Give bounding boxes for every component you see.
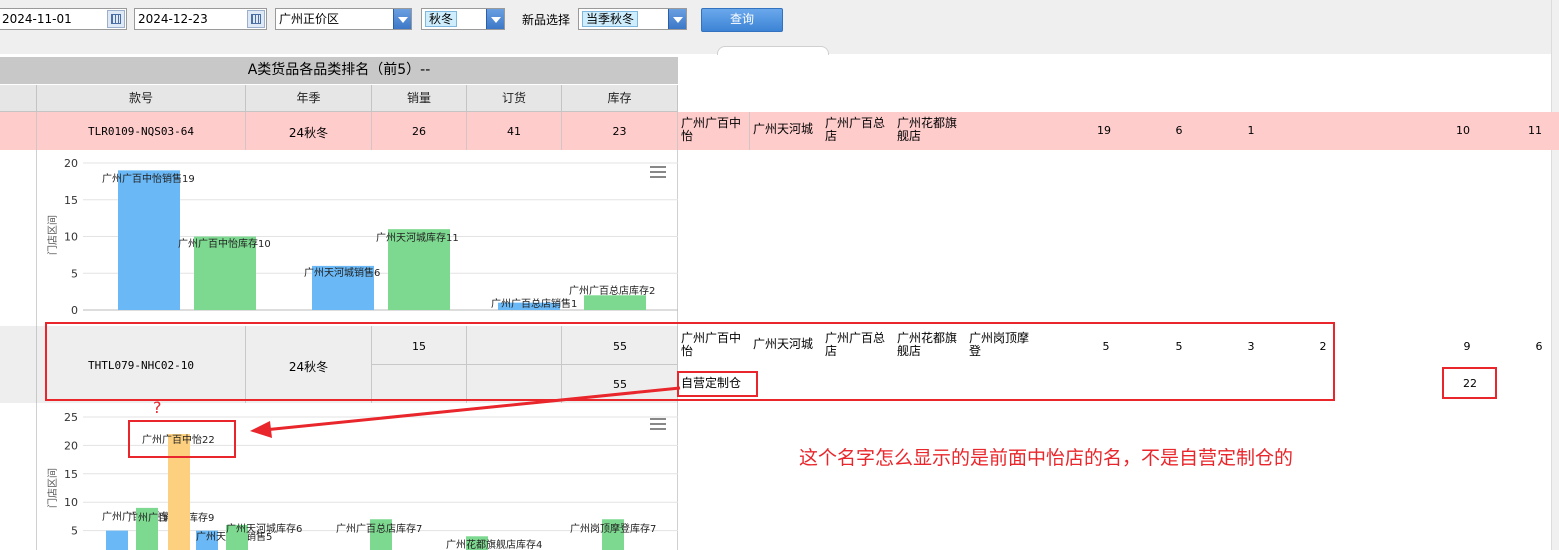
start-date-field[interactable]: 2024-11-01	[0, 8, 127, 30]
data-label: 广州广百中怡销售19	[102, 172, 195, 185]
header-season: 年季	[246, 85, 372, 112]
row1-stock-num: 10	[1456, 124, 1470, 137]
chevron-down-icon[interactable]	[486, 9, 504, 29]
row1-store: 广州广百总店	[825, 116, 886, 143]
row1-sales-num: 19	[1097, 124, 1111, 137]
row2-stock-num: 9	[1463, 340, 1471, 353]
header-style-no: 款号	[37, 85, 246, 112]
y-tick-label: 15	[64, 468, 78, 481]
row1-store: 广州天河城	[753, 122, 814, 136]
calendar-icon[interactable]	[107, 10, 125, 28]
row1-season: 24秋冬	[288, 126, 329, 140]
row1-sales-num: 1	[1247, 124, 1255, 137]
row1-store: 广州广百中怡	[681, 116, 742, 143]
data-label: 广州岗顶摩登库存7	[570, 522, 656, 535]
y-tick-label: 20	[64, 157, 78, 170]
region-value: 广州正价区	[279, 12, 340, 26]
row1-stock-num: 11	[1528, 124, 1542, 137]
chart-bar	[118, 170, 180, 310]
divider	[677, 112, 678, 150]
data-label: 广州广百中怡库存10	[178, 237, 271, 250]
data-label: 广州广百总店库存2	[569, 284, 655, 297]
calendar-icon[interactable]	[247, 10, 265, 28]
row1-style-no: TLR0109-NQS03-64	[88, 125, 194, 138]
data-label: 广州天河城库存11	[376, 231, 459, 244]
header-order: 订货	[467, 85, 562, 112]
chart-bar	[584, 295, 646, 310]
row1-store: 广州花都旗舰店	[897, 116, 958, 143]
season-select[interactable]: 秋冬	[421, 8, 505, 30]
row1-sales-num: 6	[1175, 124, 1183, 137]
y-tick-label: 25	[64, 411, 78, 424]
collapse-toggle[interactable]	[717, 46, 829, 55]
y-tick-label: 5	[71, 267, 78, 280]
highlight-box-label	[128, 420, 236, 458]
data-label: 广州广百总店库存7	[336, 522, 422, 535]
divider	[749, 112, 750, 150]
chevron-down-icon[interactable]	[393, 9, 411, 29]
data-label: 广州天河城销售6	[304, 266, 380, 279]
region-select[interactable]: 广州正价区	[275, 8, 412, 30]
season-tag: 秋冬	[425, 11, 458, 27]
annotation-text: 这个名字怎么显示的是前面中怡店的名，不是自营定制仓的	[799, 447, 1294, 469]
new-product-tag: 当季秋冬	[582, 11, 639, 27]
table-title: A类货品各品类排名（前5）--	[0, 57, 678, 84]
data-label: 广州广百总店销售1	[491, 297, 577, 310]
y-tick-label: 10	[64, 231, 78, 244]
vertical-scrollbar[interactable]	[1551, 0, 1559, 550]
arrow-icon	[250, 386, 681, 438]
y-tick-label: 10	[64, 496, 78, 509]
y-axis-label: 门店区间	[46, 215, 59, 255]
y-tick-label: 0	[71, 304, 78, 317]
header-stock: 库存	[562, 85, 678, 112]
data-label: 广州花都旗舰店库存4	[446, 538, 542, 550]
chevron-down-icon[interactable]	[668, 9, 686, 29]
y-tick-label: 20	[64, 439, 78, 452]
row1-order: 41	[507, 125, 521, 138]
end-date-field[interactable]: 2024-12-23	[134, 8, 267, 30]
filter-toolbar: 2024-11-01 2024-12-23 广州正价区 秋冬 新品选择 当季秋冬…	[0, 0, 1559, 55]
y-tick-label: 15	[64, 194, 78, 207]
highlight-box-number	[1442, 367, 1497, 399]
chart-bar	[106, 530, 128, 550]
row1-sales: 26	[412, 125, 426, 138]
question-mark: ?	[153, 398, 162, 417]
chart-sales-stock-1: 0 5 10 15 20 门店区间 广州广百中怡销售19 广州广百中怡库存10 广州天河城销售6…	[46, 157, 678, 317]
end-date-value: 2024-12-23	[138, 12, 208, 26]
row2-stock-num: 6	[1535, 340, 1543, 353]
header-blank	[0, 85, 37, 112]
data-label: 广州天河城库存6	[226, 522, 302, 535]
start-date-value: 2024-11-01	[2, 12, 72, 26]
new-product-select[interactable]: 当季秋冬	[578, 8, 687, 30]
y-tick-label: 5	[71, 525, 78, 538]
query-button[interactable]: 查询	[701, 8, 783, 32]
header-sales: 销量	[372, 85, 467, 112]
row1-stock: 23	[612, 125, 627, 138]
y-axis-label: 门店区间	[46, 468, 59, 508]
new-product-label: 新品选择	[522, 13, 571, 27]
